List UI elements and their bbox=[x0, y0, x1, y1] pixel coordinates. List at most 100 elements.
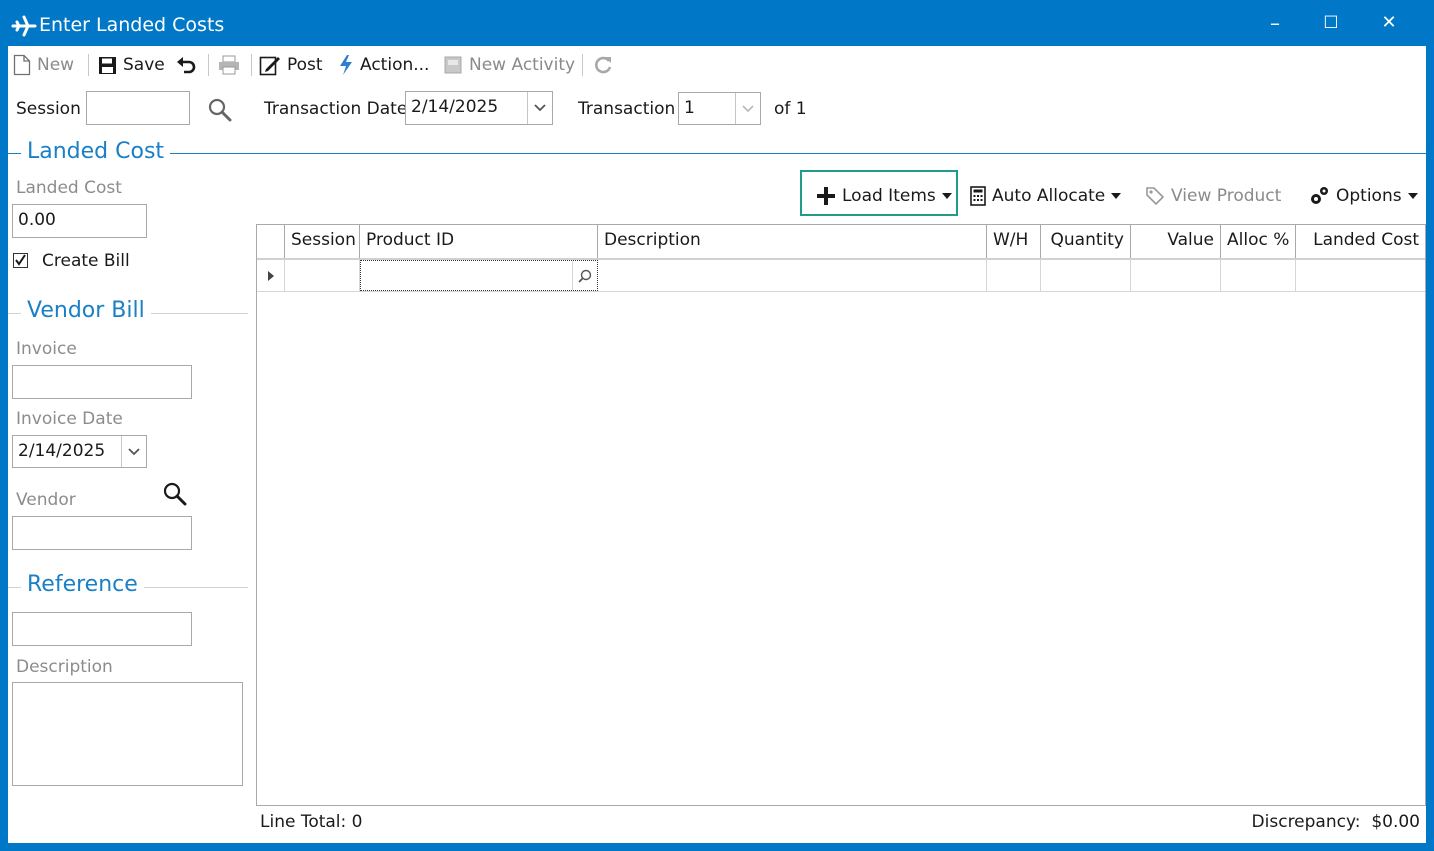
vendor-input[interactable] bbox=[12, 516, 192, 550]
gears-icon bbox=[1311, 187, 1328, 204]
minimize-button[interactable]: – bbox=[1262, 10, 1288, 36]
alloc-percent-cell[interactable] bbox=[1221, 260, 1296, 291]
auto-allocate-label: Auto Allocate bbox=[992, 186, 1106, 206]
print-button[interactable] bbox=[218, 52, 240, 78]
caret-down-icon bbox=[1111, 193, 1122, 199]
row-pointer-icon bbox=[267, 270, 274, 281]
create-bill-label: Create Bill bbox=[42, 251, 130, 271]
quantity-cell[interactable] bbox=[1041, 260, 1131, 291]
discrepancy-total: Discrepancy: $0.00 bbox=[1251, 812, 1420, 832]
checkmark-icon bbox=[15, 254, 26, 266]
lightning-bolt-icon bbox=[340, 55, 352, 75]
chevron-down-icon bbox=[534, 104, 546, 112]
load-items-label: Load Items bbox=[842, 186, 936, 206]
auto-allocate-button[interactable]: Auto Allocate bbox=[970, 180, 1122, 212]
app-window: Enter Landed Costs – ☐ ✕ New Save Post A… bbox=[0, 0, 1434, 851]
column-header-description[interactable]: Description bbox=[598, 225, 987, 258]
landed-cost-input[interactable]: 0.00 bbox=[12, 204, 147, 238]
column-header-wh[interactable]: W/H bbox=[987, 225, 1041, 258]
product-lookup-button[interactable] bbox=[572, 261, 597, 290]
grid-header-selector bbox=[257, 225, 285, 258]
wh-cell[interactable] bbox=[987, 260, 1041, 291]
reference-section-title: Reference bbox=[21, 572, 144, 597]
transaction-selector[interactable]: 1 bbox=[678, 92, 761, 125]
row-selector[interactable] bbox=[257, 260, 285, 291]
session-input[interactable] bbox=[86, 91, 190, 125]
chevron-down-icon bbox=[742, 104, 754, 112]
column-header-product-id[interactable]: Product ID bbox=[360, 225, 598, 258]
save-button-label: Save bbox=[123, 55, 165, 75]
session-label: Session bbox=[16, 99, 81, 119]
product-id-cell[interactable] bbox=[360, 260, 598, 291]
column-header-value[interactable]: Value bbox=[1131, 225, 1221, 258]
view-product-button[interactable]: View Product bbox=[1145, 180, 1281, 212]
save-disk-icon bbox=[99, 56, 116, 74]
caret-down-icon bbox=[941, 193, 952, 199]
options-label: Options bbox=[1336, 186, 1402, 206]
column-header-quantity[interactable]: Quantity bbox=[1041, 225, 1131, 258]
magnifier-icon bbox=[578, 269, 592, 283]
refresh-icon bbox=[595, 56, 612, 74]
tag-icon bbox=[1146, 187, 1165, 206]
session-search-icon[interactable] bbox=[208, 98, 234, 122]
calculator-icon bbox=[970, 186, 986, 206]
printer-icon bbox=[219, 55, 239, 75]
airplane-icon bbox=[11, 15, 37, 37]
action-button-label: Action... bbox=[360, 55, 430, 75]
description-cell[interactable] bbox=[598, 260, 987, 291]
toolbar-separator bbox=[88, 54, 89, 76]
column-header-landed-cost[interactable]: Landed Cost bbox=[1296, 225, 1425, 258]
load-items-button[interactable]: Load Items bbox=[816, 180, 952, 212]
post-edit-icon bbox=[259, 56, 280, 76]
landed-cost-grid: Session Product ID Description W/H Quant… bbox=[256, 224, 1426, 806]
toolbar-separator bbox=[251, 54, 252, 76]
transaction-dropdown[interactable] bbox=[735, 93, 760, 124]
vendor-bill-section-title: Vendor Bill bbox=[21, 298, 151, 323]
column-header-session[interactable]: Session bbox=[285, 225, 360, 258]
table-row[interactable] bbox=[257, 260, 1425, 292]
new-document-icon bbox=[13, 54, 31, 76]
refresh-button[interactable] bbox=[592, 52, 614, 78]
save-button[interactable]: Save bbox=[98, 52, 165, 78]
reference-input[interactable] bbox=[12, 612, 192, 646]
undo-icon bbox=[177, 57, 196, 74]
options-button[interactable]: Options bbox=[1308, 180, 1418, 212]
grid-header-row: Session Product ID Description W/H Quant… bbox=[257, 225, 1425, 260]
title-bar: Enter Landed Costs – ☐ ✕ bbox=[0, 0, 1434, 46]
window-title: Enter Landed Costs bbox=[39, 14, 225, 36]
column-header-alloc-percent[interactable]: Alloc % bbox=[1221, 225, 1296, 258]
invoice-date-picker[interactable]: 2/14/2025 bbox=[12, 435, 147, 468]
close-button[interactable]: ✕ bbox=[1376, 10, 1402, 36]
new-activity-button[interactable]: New Activity bbox=[443, 52, 575, 78]
undo-button[interactable] bbox=[176, 52, 196, 78]
invoice-input[interactable] bbox=[12, 365, 192, 399]
new-activity-button-label: New Activity bbox=[469, 55, 576, 75]
new-button[interactable]: New bbox=[13, 52, 74, 78]
new-button-label: New bbox=[37, 55, 75, 75]
post-button[interactable]: Post bbox=[259, 52, 323, 78]
landed-cost-cell[interactable] bbox=[1296, 260, 1425, 291]
description-label: Description bbox=[16, 657, 113, 677]
transaction-label: Transaction bbox=[578, 99, 676, 119]
action-button[interactable]: Action... bbox=[338, 52, 429, 78]
session-cell[interactable] bbox=[285, 260, 360, 291]
transaction-count: of 1 bbox=[774, 99, 807, 119]
transaction-date-label: Transaction Date bbox=[264, 99, 408, 119]
chevron-down-icon bbox=[128, 447, 140, 455]
description-textarea[interactable] bbox=[12, 682, 243, 786]
maximize-button[interactable]: ☐ bbox=[1318, 10, 1344, 36]
value-cell[interactable] bbox=[1131, 260, 1221, 291]
landed-cost-section-line bbox=[8, 153, 1426, 154]
vendor-label: Vendor bbox=[16, 490, 76, 510]
invoice-date-dropdown[interactable] bbox=[121, 436, 146, 467]
vendor-search-icon[interactable] bbox=[163, 482, 189, 506]
window-client: New Save Post Action... New Activity Ses… bbox=[8, 46, 1426, 843]
transaction-date-picker[interactable]: 2/14/2025 bbox=[405, 91, 553, 125]
post-button-label: Post bbox=[287, 55, 323, 75]
create-bill-checkbox[interactable] bbox=[13, 253, 28, 268]
transaction-date-dropdown[interactable] bbox=[527, 92, 552, 124]
plus-icon bbox=[817, 187, 835, 205]
invoice-label: Invoice bbox=[16, 339, 77, 359]
landed-cost-label: Landed Cost bbox=[16, 178, 122, 198]
transaction-value: 1 bbox=[684, 98, 695, 118]
